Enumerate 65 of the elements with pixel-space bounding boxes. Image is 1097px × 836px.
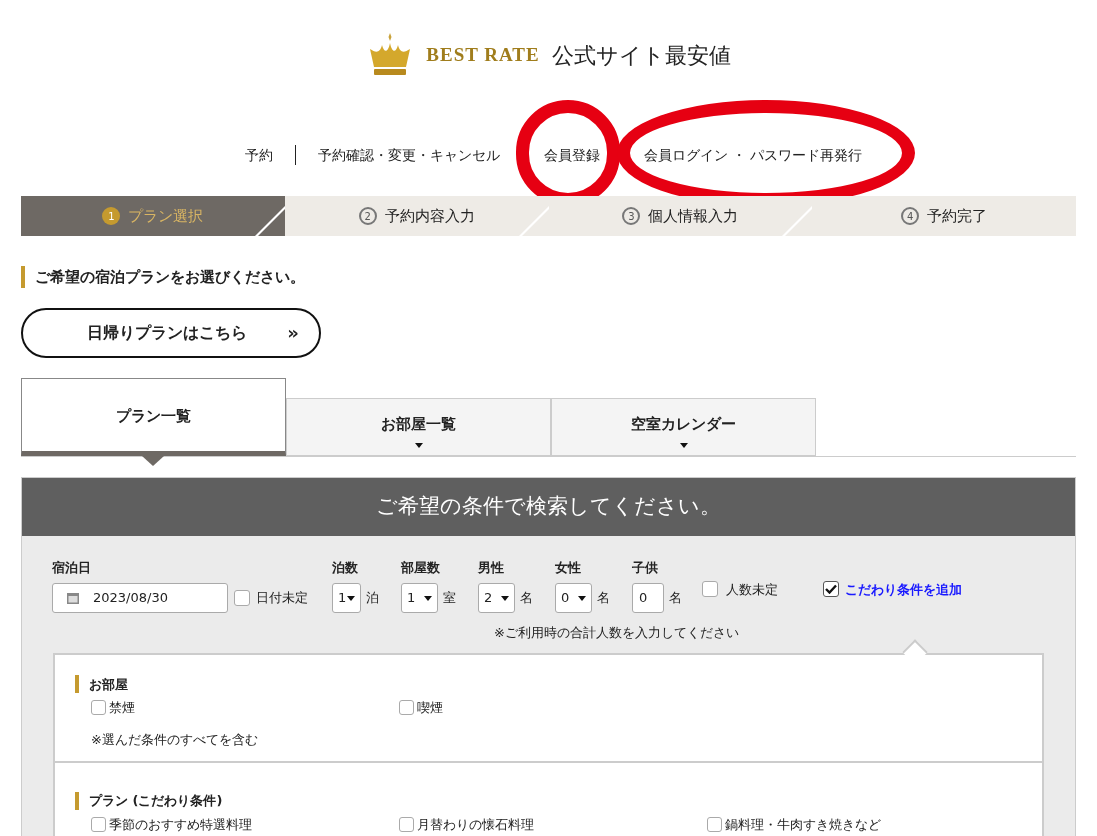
field-label: 部屋数 bbox=[401, 558, 441, 577]
caret-icon bbox=[679, 443, 688, 448]
caret-icon bbox=[578, 595, 586, 601]
step-number: 4 bbox=[901, 207, 920, 225]
calendar-icon bbox=[67, 592, 79, 604]
page-heading: ご希望の宿泊プランをお選びください。 bbox=[35, 267, 305, 288]
checkbox-label: 人数未定 bbox=[726, 580, 778, 599]
step-number: 2 bbox=[358, 207, 377, 225]
section-title: プラン (こだわり条件) bbox=[89, 792, 223, 810]
count-select[interactable]: 0 bbox=[555, 583, 592, 613]
unit-label: 室 bbox=[443, 589, 456, 608]
step-number: 3 bbox=[622, 207, 641, 225]
field-label: 子供 bbox=[632, 558, 659, 577]
nav-link[interactable]: 予約 bbox=[244, 144, 273, 166]
day-trip-button[interactable]: 日帰りプランはこちら » bbox=[21, 307, 321, 358]
section-note: ※選んだ条件のすべてを含む bbox=[90, 730, 259, 749]
checkbox-label: 鍋料理・牛肉すき焼きなど bbox=[725, 815, 881, 834]
tagline: 公式サイト最安値 bbox=[551, 41, 731, 70]
caret-icon bbox=[424, 595, 432, 601]
checkbox[interactable] bbox=[399, 816, 414, 832]
caret-icon bbox=[347, 595, 355, 601]
checkbox[interactable] bbox=[399, 700, 414, 716]
count-select[interactable]: 1 bbox=[332, 583, 361, 613]
people-note: ※ご利用時の合計人数を入力してください bbox=[494, 624, 739, 642]
tab[interactable]: お部屋一覧 bbox=[286, 397, 551, 456]
nav-link[interactable]: 予約確認・変更・キャンセル bbox=[317, 144, 500, 166]
search-panel-title: ご希望の条件で検索してください。 bbox=[22, 477, 1075, 536]
checkbox[interactable] bbox=[234, 590, 250, 606]
checkmark-icon bbox=[825, 584, 837, 595]
count-select[interactable]: 1 bbox=[401, 583, 438, 613]
field-label: 男性 bbox=[478, 558, 505, 577]
step-label: 個人情報入力 bbox=[648, 205, 739, 227]
step-label: プラン選択 bbox=[128, 205, 204, 227]
step-number: 1 bbox=[102, 207, 121, 225]
caret-icon bbox=[414, 443, 423, 448]
brand-name: BEST RATE bbox=[426, 42, 540, 67]
field-label: 女性 bbox=[555, 558, 582, 577]
checkbox-label: 禁煙 bbox=[109, 699, 135, 717]
tab-pointer bbox=[142, 455, 164, 466]
nav-link[interactable]: 会員登録 bbox=[543, 144, 600, 166]
unit-label: 名 bbox=[597, 589, 610, 608]
checkbox[interactable] bbox=[707, 816, 722, 832]
nav-link[interactable]: 会員ログイン ・ パスワード再発行 bbox=[643, 144, 863, 166]
checkbox-label: 日付未定 bbox=[256, 589, 308, 608]
unit-label: 名 bbox=[520, 589, 533, 608]
checkbox[interactable] bbox=[91, 700, 106, 716]
unit-label: 名 bbox=[669, 589, 682, 608]
tab[interactable]: 空室カレンダー bbox=[551, 397, 816, 456]
checkbox-label: 喫煙 bbox=[417, 699, 443, 717]
caret-icon bbox=[501, 595, 509, 601]
field-label: 宿泊日 bbox=[52, 558, 92, 577]
add-conditions-link[interactable]: こだわり条件を追加 bbox=[845, 579, 962, 599]
checkbox-label: 季節のおすすめ特選料理 bbox=[109, 815, 252, 834]
count-input[interactable]: 0 bbox=[632, 583, 664, 613]
field-label: 泊数 bbox=[332, 558, 359, 577]
unit-label: 泊 bbox=[366, 589, 379, 608]
checkbox[interactable] bbox=[823, 581, 839, 598]
section-title: お部屋 bbox=[89, 675, 128, 694]
date-field[interactable]: 2023/08/30 bbox=[52, 583, 228, 613]
checkbox[interactable] bbox=[91, 816, 106, 832]
step-label: 予約完了 bbox=[927, 205, 988, 227]
step-label: 予約内容入力 bbox=[384, 205, 475, 227]
count-select[interactable]: 2 bbox=[478, 583, 515, 613]
checkbox-label: 月替わりの懐石料理 bbox=[417, 815, 534, 834]
checkbox[interactable] bbox=[702, 581, 718, 598]
